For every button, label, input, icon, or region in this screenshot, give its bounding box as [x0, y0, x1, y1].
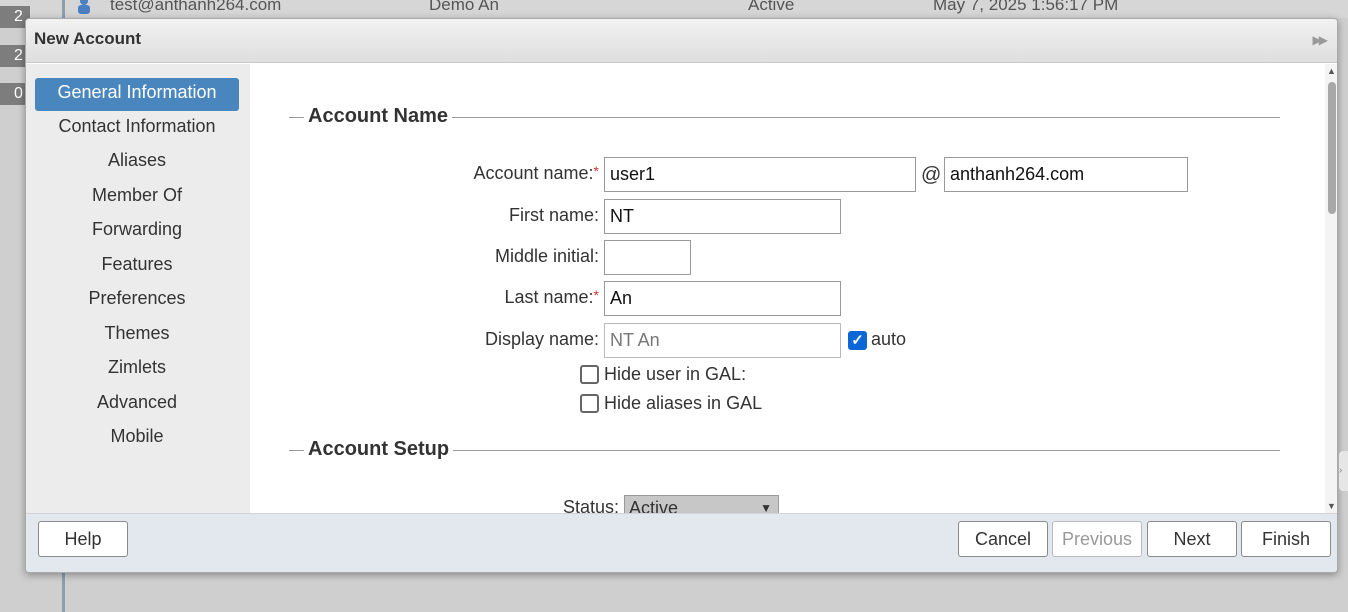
hide-user-gal-label: Hide user in GAL:: [604, 364, 747, 384]
dialog-titlebar[interactable]: New Account ▶▶: [26, 19, 1337, 63]
form-scrollbar[interactable]: ▲ ▼: [1325, 64, 1337, 513]
scroll-down-icon[interactable]: ▼: [1327, 501, 1336, 511]
form-content: Account Name Account name:* user1 @ anth…: [250, 64, 1337, 513]
previous-button[interactable]: Previous: [1052, 521, 1142, 557]
nav-item-contact-information[interactable]: Contact Information: [35, 112, 239, 145]
hide-aliases-gal-label: Hide aliases in GAL: [604, 393, 763, 413]
nav-item-features[interactable]: Features: [35, 250, 239, 283]
dialog-title: New Account: [34, 29, 142, 48]
scrollbar-thumb[interactable]: [1328, 82, 1336, 214]
middle-initial-label: Middle initial:: [494, 246, 599, 266]
first-name-label: First name:: [508, 205, 599, 225]
hide-aliases-gal-checkbox[interactable]: [580, 394, 599, 413]
last-name-label: Last name:*: [504, 287, 599, 307]
auto-checkbox[interactable]: ✓: [848, 331, 867, 350]
first-name-input[interactable]: NT: [604, 199, 841, 234]
status-select[interactable]: Active ▼: [624, 495, 779, 513]
nav-item-zimlets[interactable]: Zimlets: [35, 353, 239, 386]
section-account-setup: Account Setup: [289, 438, 1280, 461]
bg-status: Active: [748, 0, 795, 14]
next-button[interactable]: Next: [1147, 521, 1237, 557]
cancel-button[interactable]: Cancel: [958, 521, 1048, 557]
domain-input[interactable]: anthanh264.com: [944, 157, 1188, 192]
section-account-name: Account Name: [289, 105, 1280, 128]
middle-initial-input[interactable]: [604, 240, 691, 275]
background-account-row: test@anthanh264.com Demo An Active May 7…: [0, 0, 1348, 18]
nav-item-mobile[interactable]: Mobile: [35, 422, 239, 455]
hide-user-gal-checkbox[interactable]: [580, 365, 599, 384]
last-name-input[interactable]: An: [604, 281, 841, 316]
nav-item-member-of[interactable]: Member Of: [35, 181, 239, 214]
side-collapse-tab[interactable]: ›: [1339, 451, 1348, 491]
help-button[interactable]: Help: [38, 521, 128, 557]
status-select-value: Active: [629, 498, 679, 513]
nav-item-themes[interactable]: Themes: [35, 319, 239, 352]
wizard-nav: General Information Contact Information …: [26, 64, 250, 513]
display-name-label: Display name:: [484, 329, 599, 349]
account-name-input[interactable]: user1: [604, 157, 916, 192]
nav-item-advanced[interactable]: Advanced: [35, 388, 239, 421]
user-icon: [78, 0, 90, 14]
nav-item-preferences[interactable]: Preferences: [35, 284, 239, 317]
bg-date: May 7, 2025 1:56:17 PM: [933, 0, 1119, 14]
bg-email: test@anthanh264.com: [110, 0, 282, 14]
scroll-up-icon[interactable]: ▲: [1327, 66, 1336, 76]
chevron-down-icon: ▼: [760, 501, 772, 513]
section-heading: Account Setup: [304, 438, 454, 461]
nav-item-aliases[interactable]: Aliases: [35, 146, 239, 179]
account-name-label: Account name:*: [473, 163, 599, 183]
new-account-dialog: New Account ▶▶ General Information Conta…: [25, 18, 1338, 573]
required-marker: *: [593, 287, 599, 303]
dialog-footer: Help Cancel Previous Next Finish: [26, 513, 1337, 572]
bg-name: Demo An: [429, 0, 499, 14]
nav-item-forwarding[interactable]: Forwarding: [35, 215, 239, 248]
auto-label: auto: [871, 329, 907, 349]
section-heading: Account Name: [304, 105, 453, 128]
double-chevron-right-icon[interactable]: ▶▶: [1313, 33, 1329, 47]
finish-button[interactable]: Finish: [1241, 521, 1331, 557]
status-label: Status:: [562, 497, 619, 513]
at-symbol: @: [921, 164, 942, 186]
nav-item-general-information[interactable]: General Information: [35, 78, 239, 111]
display-name-input[interactable]: NT An: [604, 323, 841, 358]
required-marker: *: [593, 163, 599, 179]
